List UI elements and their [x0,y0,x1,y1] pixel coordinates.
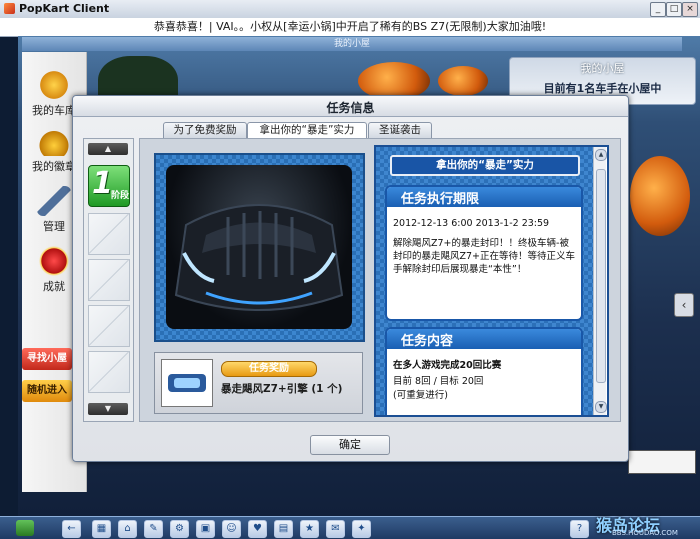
mission-banner: 拿出你的“暴走”实力 [390,155,580,176]
kart-image [166,165,352,329]
shop-icon[interactable]: ▦ [92,520,111,538]
scroll-down-icon[interactable]: ▼ [595,401,607,413]
stage-slot-empty [88,259,130,301]
tools-icon[interactable]: ✎ [144,520,163,538]
heart-icon[interactable]: ♥ [248,520,267,538]
window-titlebar: PopKart Client _ □ × [0,0,700,19]
period-card: 任务执行期限 2012-12-13 6:00 2013-1-2 23:59 解除… [385,185,583,321]
close-button[interactable]: × [682,2,698,17]
dialog-title: 任务信息 [326,101,375,115]
house-icon[interactable]: ⌂ [118,520,137,538]
mission-info-dialog: 任务信息 为了免费奖励 拿出你的“暴走”实力 圣诞袭击 ▲ 1 阶段 ▼ 任务奖… [72,95,629,462]
book-icon[interactable]: ▤ [274,520,293,538]
mission-info-panel: 拿出你的“暴走”实力 任务执行期限 2012-12-13 6:00 2013-1… [374,145,609,417]
kart-front-drawing [174,204,344,311]
reward-name: 暴走飓风Z7+引擎 (1 个) [221,383,343,395]
stars-icon[interactable]: ★ [300,520,319,538]
period-heading: 任务执行期限 [401,192,480,207]
watermark-url: BBS.HOUDAO.COM [612,529,678,537]
house-panel-text: 目前有1名车手在小屋中 [543,82,662,95]
task-progress: 目前 8回 / 目标 20回 [393,376,484,387]
lobby-topbar: 我的小屋 [22,37,682,51]
side-input-box[interactable] [628,450,696,474]
confirm-button[interactable]: 确定 [310,435,390,455]
home-logo-icon[interactable] [16,520,34,536]
reward-engine-thumbnail [161,359,213,407]
info-panel-background: 拿出你的“暴走”实力 任务执行期限 2012-12-13 6:00 2013-1… [376,147,593,415]
stage-slot-empty [88,213,130,255]
content-heading: 任务内容 [401,334,454,349]
nav-label: 我的徽章 [32,160,76,173]
maximize-button[interactable]: □ [666,2,682,17]
nav-label: 我的车库 [32,104,76,117]
period-card-header: 任务执行期限 [387,187,581,207]
dialog-header: 任务信息 [73,96,628,117]
achievement-icon [37,246,71,276]
back-icon[interactable]: ← [62,520,81,538]
minimize-button[interactable]: _ [650,2,666,17]
stage-down-arrow-icon[interactable]: ▼ [88,403,128,415]
tab-rampage-strength[interactable]: 拿出你的“暴走”实力 [247,122,367,139]
nav-label: 成就 [43,280,65,293]
bottom-toolbar: ← ▦ ⌂ ✎ ⚙ ▣ ☺ ♥ ▤ ★ ✉ ✦ ? [0,516,700,539]
mission-content-area: 任务奖励 暴走飓风Z7+引擎 (1 个) 拿出你的“暴走”实力 任务执行期限 2… [139,138,621,422]
reward-box: 任务奖励 暴走飓风Z7+引擎 (1 个) [154,352,363,414]
period-description: 解除飓风Z7+的暴走封印！！终极车辆-被封印的暴走飓风Z7+正在等待！等待正义车… [393,238,576,275]
side-arrow-button[interactable]: ‹ [674,293,694,317]
reward-tag: 任务奖励 [221,361,317,377]
reward-car-frame [154,153,365,342]
task-text: 在多人游戏完成20回比赛 [393,360,502,371]
content-card: 任务内容 在多人游戏完成20回比赛 目前 8回 / 目标 20回 (可重复进行) [385,327,583,415]
stage-selector: ▲ 1 阶段 ▼ [83,138,134,422]
scroll-up-icon[interactable]: ▲ [595,149,607,161]
pumpkin-decoration [438,66,488,96]
tab-free-reward[interactable]: 为了免费奖励 [163,122,247,138]
info-scrollbar[interactable]: ▲ ▼ [593,147,607,415]
medal-icon [37,126,71,156]
period-dates: 2012-12-13 6:00 2013-1-2 23:59 [393,218,550,229]
stage-label: 阶段 [111,191,130,201]
task-repeat-note: (可重复进行) [393,390,448,401]
gift-icon[interactable]: ▣ [196,520,215,538]
scroll-thumb[interactable] [596,169,606,383]
content-card-header: 任务内容 [387,329,581,349]
stage-up-arrow-icon[interactable]: ▲ [88,143,128,155]
announcement-ticker: 恭喜恭喜！| VAI。。小权从[幸运小锅]中开启了稀有的BS Z7(无限制)大家… [0,18,700,37]
stage-1-button[interactable]: 1 阶段 [88,165,130,207]
help-icon[interactable]: ? [570,520,589,538]
pumpkin-decoration [630,156,690,236]
chat-icon[interactable]: ✉ [326,520,345,538]
event-icon[interactable]: ✦ [352,520,371,538]
find-house-button[interactable]: 寻找小屋 [22,348,72,370]
friends-icon[interactable]: ☺ [222,520,241,538]
stage-slot-empty [88,305,130,347]
stage-slot-empty [88,351,130,393]
settings-icon[interactable]: ⚙ [170,520,189,538]
garage-icon [37,70,71,100]
tab-christmas-raid[interactable]: 圣诞袭击 [368,122,432,138]
window-title: PopKart Client [19,2,110,15]
nav-label: 管理 [43,220,65,233]
house-panel-title: 我的小屋 [580,62,625,75]
wrench-icon [37,186,71,216]
app-icon [4,3,15,14]
stage-number: 1 [92,166,113,201]
random-enter-button[interactable]: 随机进入 [22,380,72,402]
